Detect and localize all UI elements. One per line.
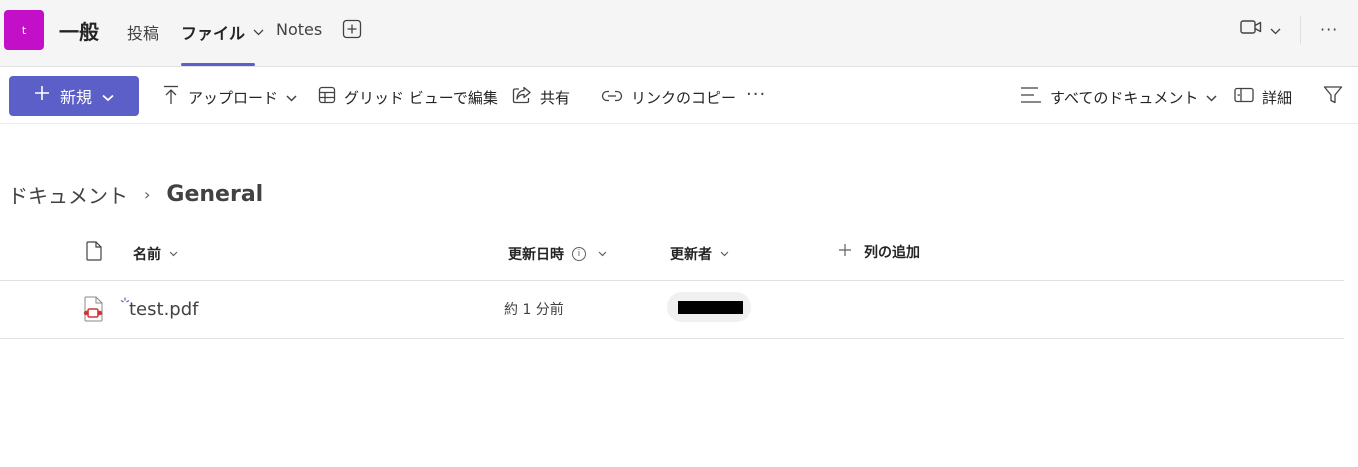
chevron-right-icon: › [144,185,151,204]
breadcrumb-current-folder: General [166,182,264,207]
details-pane-button[interactable]: 詳細 [1234,86,1292,108]
add-tab-icon[interactable] [342,19,362,39]
new-button-label: 新規 [59,88,92,107]
chevron-down-icon [1206,88,1217,106]
meet-now-button[interactable] [1240,19,1281,39]
chevron-down-icon [720,249,729,260]
column-header-name[interactable]: 名前 [133,244,178,264]
new-button[interactable]: 新規 [9,76,139,116]
add-column-label: 列の追加 [864,245,920,261]
edit-in-grid-view-button[interactable]: グリッド ビューで編集 [318,86,498,108]
details-pane-icon [1234,87,1254,107]
chevron-down-icon [1270,20,1281,39]
edit-in-grid-view-label: グリッド ビューで編集 [344,88,498,107]
header-divider [1300,16,1301,44]
share-label: 共有 [540,88,571,107]
tab-notes-label: Notes [276,20,323,39]
info-icon[interactable]: i [572,247,586,261]
column-header-modified-by[interactable]: 更新者 [670,244,729,264]
chevron-down-icon [253,26,264,39]
link-icon [601,88,623,106]
details-label: 詳細 [1262,88,1293,107]
view-switcher[interactable]: すべてのドキュメント [1020,86,1217,108]
file-type-icon[interactable] [86,241,102,265]
column-header-modified[interactable]: 更新日時 i [508,244,607,264]
redacted-user-name: ████████ [678,301,743,314]
chevron-down-icon [286,88,297,106]
filter-icon [1323,85,1343,109]
modified-time: 約 1 分前 [504,302,564,318]
breadcrumb-documents-link[interactable]: ドキュメント [8,180,128,209]
grid-icon [318,86,336,108]
table-row[interactable]: test.pdf 約 1 分前 ████████ [0,282,1344,339]
column-header-modified-label: 更新日時 [508,247,564,263]
tab-posts[interactable]: 投稿 [127,20,159,44]
filter-button[interactable] [1323,86,1343,108]
active-tab-indicator [181,63,255,66]
pdf-file-icon [82,296,104,326]
document-table-header: 名前 更新日時 i 更新者 列の追加 [0,228,1344,281]
upload-label: アップロード [188,88,279,107]
tab-files-label: ファイル [181,24,246,43]
list-view-icon [1020,86,1042,108]
modified-by-persona[interactable]: ████████ [667,292,751,322]
copy-link-label: リンクのコピー [631,88,737,107]
team-avatar[interactable]: t [4,10,44,50]
chevron-down-icon [598,249,607,260]
upload-button[interactable]: アップロード [162,85,297,109]
add-column-button[interactable]: 列の追加 [838,242,920,262]
tab-notes[interactable]: Notes [276,20,322,39]
chevron-down-icon [169,249,178,260]
copy-link-button[interactable]: リンクのコピー [601,86,736,108]
command-bar: 新規 アップロード グリッド ビューで編集 共有 リンクのコピー ··· すべて… [0,68,1358,124]
more-commands-button[interactable]: ··· [746,84,766,105]
plus-icon [34,84,50,106]
share-button[interactable]: 共有 [512,86,570,108]
tab-posts-label: 投稿 [127,24,160,43]
breadcrumb: ドキュメント › General [8,180,263,209]
chevron-down-icon [102,87,114,106]
column-header-name-label: 名前 [133,247,161,263]
more-options-button[interactable]: ··· [1320,20,1338,39]
tab-files[interactable]: ファイル [181,20,264,44]
upload-arrow-icon [162,85,180,109]
column-header-modified-by-label: 更新者 [670,247,712,263]
channel-title: 一般 [59,20,99,44]
plus-icon [838,243,852,261]
share-icon [512,86,532,108]
video-camera-icon [1240,19,1262,39]
file-name-link[interactable]: test.pdf [129,299,198,320]
channel-header: t 一般 投稿 ファイル Notes ··· [0,0,1358,67]
view-switcher-label: すべてのドキュメント [1050,88,1199,107]
